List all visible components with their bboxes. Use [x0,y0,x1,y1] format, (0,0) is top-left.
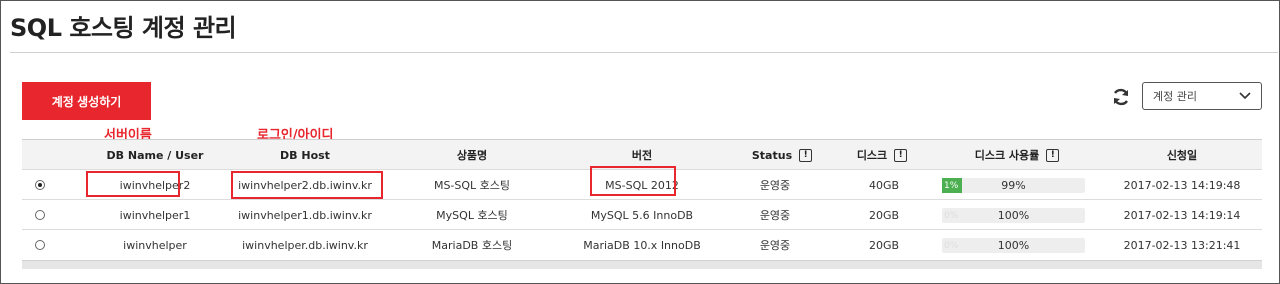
highlight-db-name [86,171,180,197]
disk-usage-bar: 0% 100% [942,238,1085,253]
row-radio[interactable] [35,180,45,190]
row-disk: 20GB [868,238,900,252]
row-radio-cell [30,200,50,230]
header-disk-label: 디스크 [856,149,888,162]
header-product: 상품명 [456,149,488,162]
row-radio[interactable] [35,240,45,250]
title-divider [10,52,1278,53]
header-status-label: Status [751,148,793,162]
row-status: 운영중 [759,209,791,222]
status-info-icon[interactable]: ! [799,148,813,162]
row-disk: 20GB [868,208,900,222]
row-product: MS-SQL 호스팅 [433,179,511,192]
row-created-date: 2017-02-13 13:21:41 [1123,238,1241,252]
disk-usage-remaining: 100% [997,239,1030,252]
header-status: Status! [727,140,837,170]
header-db-host: DB Host [280,148,330,162]
row-version: MariaDB 10.x InnoDB [583,238,701,252]
table-footer-bar [22,260,1262,269]
row-status: 운영중 [759,179,791,192]
refresh-icon[interactable] [1110,86,1132,108]
disk-usage-info-icon[interactable]: ! [1046,148,1060,162]
row-db-host: iwinvhelper1.db.iwinv.kr [238,208,372,222]
page-title: SQL 호스팅 계정 관리 [10,14,237,42]
account-manage-select[interactable]: 계정 관리 [1142,82,1262,110]
row-radio-cell [30,230,50,260]
row-db-host: iwinvhelper.db.iwinv.kr [242,238,368,252]
create-account-button[interactable]: 계정 생성하기 [22,82,151,120]
highlight-version [590,166,676,196]
row-disk: 40GB [868,178,900,192]
header-disk-usage: 디스크 사용률! [952,140,1082,170]
chevron-down-icon [1239,92,1251,100]
header-created: 신청일 [1166,149,1198,162]
row-radio-cell [30,170,50,200]
row-product: MySQL 호스팅 [436,209,508,222]
disk-usage-bar: 0% 100% [942,208,1085,223]
row-created-date: 2017-02-13 14:19:48 [1123,178,1241,192]
disk-usage-bar: 1% 99% [942,178,1085,193]
select-value: 계정 관리 [1153,90,1197,103]
row-status: 운영중 [759,239,791,252]
row-radio[interactable] [35,210,45,220]
row-created-date: 2017-02-13 14:19:14 [1123,208,1241,222]
table-header: DB Name / User DB Host 상품명 버전 Status! 디스… [22,139,1262,169]
row-version: MySQL 5.6 InnoDB [590,208,694,222]
disk-info-icon[interactable]: ! [894,148,908,162]
table-row[interactable]: iwinvhelper1 iwinvhelper1.db.iwinv.kr My… [22,199,1262,229]
highlight-db-host [231,171,383,199]
table-row[interactable]: iwinvhelper iwinvhelper.db.iwinv.kr Mari… [22,229,1262,259]
disk-usage-remaining: 99% [1001,179,1026,192]
row-product: MariaDB 호스팅 [431,239,513,252]
header-disk-usage-label: 디스크 사용률 [974,149,1040,162]
disk-usage-remaining: 100% [997,209,1030,222]
header-disk: 디스크! [832,140,932,170]
